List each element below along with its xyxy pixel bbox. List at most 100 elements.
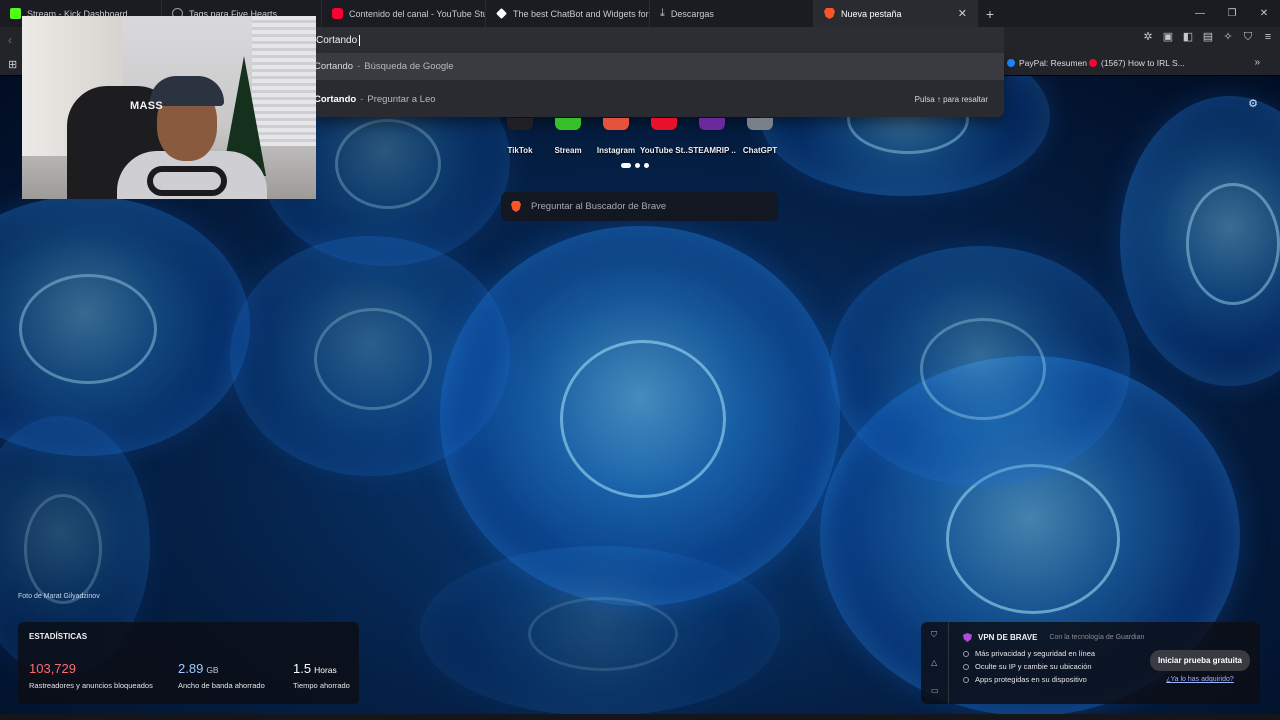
brave-search-box[interactable]: Preguntar al Buscador de Brave bbox=[501, 192, 778, 221]
stat-label: Ancho de banda ahorrado bbox=[178, 681, 265, 690]
bookmark-label: (1567) How to IRL S... bbox=[1101, 58, 1185, 68]
suggestion-separator: - bbox=[357, 61, 361, 72]
vpn-feature-text: Más privacidad y seguridad en línea bbox=[975, 649, 1096, 658]
stat-unit: Horas bbox=[314, 665, 337, 675]
shield-icon[interactable]: ⛉ bbox=[1242, 31, 1254, 43]
browser-window: Stream - Kick Dashboard Tags para Five H… bbox=[0, 0, 1280, 720]
suggestion-separator: - bbox=[360, 94, 364, 105]
pager-dot-3[interactable] bbox=[644, 163, 649, 168]
already-purchased-link[interactable]: ¿Ya lo has adquirido? bbox=[1150, 676, 1250, 683]
vpn-widget: ⛉ △ ▭ VPN DE BRAVE Con la tecnología de … bbox=[921, 622, 1260, 704]
back-arrow-icon[interactable]: ‹ bbox=[8, 33, 12, 47]
warning-icon[interactable]: △ bbox=[931, 658, 937, 667]
tab-label: Descargas bbox=[670, 8, 714, 19]
tab-groups-icon[interactable]: ▤ bbox=[1202, 31, 1214, 43]
card-icon[interactable]: ▭ bbox=[931, 686, 939, 695]
tab-label: The best ChatBot and Widgets for Kick bbox=[513, 8, 649, 19]
apps-grid-icon[interactable]: ⊞ bbox=[8, 58, 17, 71]
steamrip-icon bbox=[699, 118, 725, 130]
youtube-icon bbox=[332, 8, 343, 19]
top-site-label: Stream bbox=[554, 146, 582, 155]
check-icon bbox=[963, 650, 969, 657]
sidebar-icon[interactable]: ◧ bbox=[1182, 31, 1194, 43]
vpn-powered-by: Con la tecnología de Guardian bbox=[1049, 634, 1145, 641]
top-site-steamrip[interactable]: STEAMRIP ... bbox=[688, 118, 736, 155]
tab-label: Contenido del canal - YouTube Studio bbox=[349, 8, 486, 19]
brave-icon bbox=[824, 8, 835, 19]
check-icon bbox=[963, 663, 969, 670]
kick-icon bbox=[10, 8, 21, 19]
instagram-icon bbox=[603, 118, 629, 130]
menu-icon[interactable]: ≡ bbox=[1262, 31, 1274, 43]
customize-gear-icon[interactable]: ⚙ bbox=[1248, 97, 1258, 110]
top-site-label: YouTube St... bbox=[640, 146, 688, 155]
extensions-icon[interactable]: ✲ bbox=[1142, 31, 1154, 43]
stat-value: 2.89 bbox=[178, 661, 204, 676]
toolbar-actions: ✲ ▣ ◧ ▤ ✧ ⛉ ≡ bbox=[1142, 31, 1274, 43]
close-tab-icon[interactable]: ✕ bbox=[958, 7, 967, 20]
text-caret bbox=[359, 34, 361, 46]
youtube-icon bbox=[1089, 59, 1097, 67]
paypal-icon bbox=[1007, 59, 1015, 67]
leo-icon[interactable]: ✧ bbox=[1222, 31, 1234, 43]
omnibox-suggestions: Cortando - Búsqueda de Google Cortando -… bbox=[314, 53, 1004, 117]
start-trial-button[interactable]: Iniciar prueba gratuita bbox=[1150, 650, 1250, 671]
top-site-tiktok[interactable]: TikTok bbox=[496, 118, 544, 155]
brave-lion-icon bbox=[511, 201, 521, 212]
top-site-instagram[interactable]: Instagram bbox=[592, 118, 640, 155]
stat-time: 1.5 Horas Tiempo ahorrado bbox=[293, 660, 350, 690]
minimize-icon[interactable]: — bbox=[1184, 8, 1216, 19]
download-icon: ⤓ bbox=[660, 7, 665, 19]
vpn-logo-icon bbox=[963, 633, 972, 642]
widget-rail: ⛉ △ ▭ bbox=[921, 622, 949, 704]
photo-credit[interactable]: Foto de Marat Gilyadzinov bbox=[18, 593, 100, 600]
top-site-label: Instagram bbox=[596, 146, 636, 155]
tab-label: Nueva pestaña bbox=[841, 8, 902, 19]
webcam-overlay: MASS bbox=[22, 16, 316, 199]
restore-icon[interactable]: ❐ bbox=[1216, 8, 1248, 19]
vpn-feature: Oculte su IP y cambie su ubicación bbox=[963, 662, 1092, 671]
bookmark-label: PayPal: Resumen bbox=[1019, 58, 1088, 68]
top-site-label: ChatGPT bbox=[742, 146, 778, 155]
vpn-shield-icon[interactable]: ⛉ bbox=[931, 630, 937, 640]
stat-bandwidth: 2.89 GB Ancho de banda ahorrado bbox=[178, 660, 265, 690]
top-site-stream[interactable]: Stream bbox=[544, 118, 592, 155]
tab-youtube-studio[interactable]: Contenido del canal - YouTube Studio bbox=[322, 0, 486, 27]
suggestion-leo[interactable]: Cortando - Preguntar a Leo Pulsa ↑ para … bbox=[314, 86, 1004, 113]
close-window-icon[interactable]: ✕ bbox=[1248, 8, 1280, 19]
top-site-youtube-studio[interactable]: YouTube St... bbox=[640, 118, 688, 155]
pager-dot-2[interactable] bbox=[635, 163, 640, 168]
vpn-title: VPN DE BRAVE bbox=[978, 633, 1038, 642]
tab-downloads[interactable]: ⤓ Descargas bbox=[650, 0, 814, 27]
diamond-icon bbox=[496, 8, 507, 19]
new-tab-button[interactable]: + bbox=[978, 6, 1002, 22]
top-site-label: STEAMRIP ... bbox=[688, 146, 736, 155]
suggestion-query: Cortando bbox=[314, 94, 357, 105]
address-bar[interactable]: Cortando bbox=[314, 27, 1004, 53]
bookmark-youtube-video[interactable]: (1567) How to IRL S... bbox=[1089, 58, 1185, 68]
pager-dot-1[interactable] bbox=[621, 163, 631, 168]
stat-value: 103,729 bbox=[29, 661, 76, 676]
kick-icon bbox=[555, 118, 581, 130]
wallet-icon[interactable]: ▣ bbox=[1162, 31, 1174, 43]
address-bar-value: Cortando bbox=[316, 34, 358, 46]
chair-logo-text: MASS bbox=[130, 100, 163, 112]
top-site-chatgpt[interactable]: ChatGPT bbox=[736, 118, 784, 155]
vpn-feature: Apps protegidas en su dispositivo bbox=[963, 675, 1087, 684]
vpn-feature: Más privacidad y seguridad en línea bbox=[963, 649, 1095, 658]
suggestion-google[interactable]: Cortando - Búsqueda de Google bbox=[314, 53, 1004, 80]
stat-blocked: 103,729 Rastreadores y anuncios bloquead… bbox=[29, 660, 153, 690]
suggestion-query: Cortando bbox=[314, 61, 354, 72]
youtube-icon bbox=[651, 118, 677, 130]
bookmark-paypal[interactable]: PayPal: Resumen bbox=[1007, 58, 1087, 68]
tab-chatbot-widgets[interactable]: The best ChatBot and Widgets for Kick bbox=[486, 0, 650, 27]
tab-new-tab[interactable]: Nueva pestaña ✕ bbox=[814, 0, 978, 27]
vpn-header: VPN DE BRAVE Con la tecnología de Guardi… bbox=[963, 633, 1144, 642]
check-icon bbox=[963, 676, 969, 683]
stats-widget: ESTADÍSTICAS 103,729 Rastreadores y anun… bbox=[18, 622, 359, 704]
window-bottom-edge bbox=[0, 714, 1280, 720]
top-sites-pager bbox=[621, 163, 649, 168]
top-sites: TikTok Stream Instagram YouTube St... ST… bbox=[496, 118, 784, 155]
bookmarks-overflow-icon[interactable]: » bbox=[1254, 57, 1260, 68]
vpn-feature-text: Oculte su IP y cambie su ubicación bbox=[975, 662, 1092, 671]
